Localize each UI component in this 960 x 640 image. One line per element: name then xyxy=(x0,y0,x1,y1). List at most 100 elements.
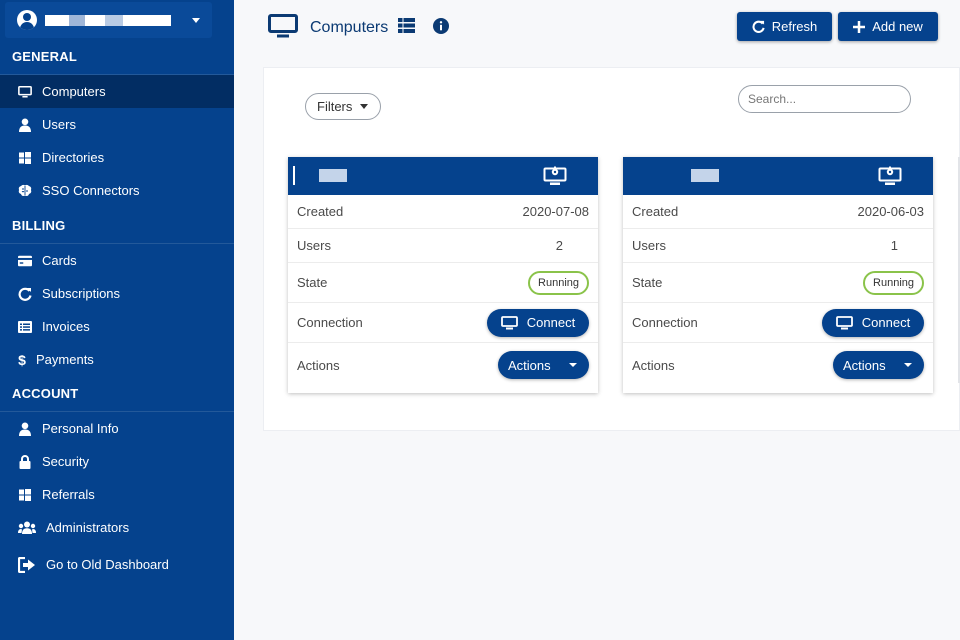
filters-label: Filters xyxy=(317,99,353,114)
card-row-connection: Connection Connect xyxy=(288,303,598,343)
page-title: Computers xyxy=(310,19,389,36)
monitor-icon xyxy=(500,315,518,329)
section-title-general: GENERAL xyxy=(12,49,77,64)
sidebar-item-security[interactable]: Security xyxy=(0,445,234,478)
card-row-users: Users 2 xyxy=(288,229,598,263)
account-name-redacted xyxy=(45,14,171,26)
info-icon[interactable] xyxy=(433,17,450,39)
created-date: 2020-07-08 xyxy=(522,204,590,219)
sidebar-item-personal-info[interactable]: Personal Info xyxy=(0,412,234,445)
refresh-icon xyxy=(752,20,765,33)
sidebar: GENERAL Computers Users Directories SSO … xyxy=(0,0,234,640)
sidebar-item-referrals[interactable]: Referrals xyxy=(0,478,234,511)
sidebar-item-old-dashboard[interactable]: Go to Old Dashboard xyxy=(0,548,234,581)
sidebar-item-label: Security xyxy=(42,454,89,469)
account-switcher[interactable] xyxy=(5,2,212,38)
filters-dropdown[interactable]: Filters xyxy=(305,93,381,120)
chevron-down-icon xyxy=(192,18,200,23)
computer-settings-icon[interactable] xyxy=(878,164,902,191)
monitor-icon xyxy=(268,13,298,43)
caret-down-icon xyxy=(569,363,577,367)
computer-settings-icon[interactable] xyxy=(543,164,567,191)
sign-out-icon xyxy=(18,556,36,573)
card-row-created: Created 2020-07-08 xyxy=(288,195,598,229)
card-row-actions: Actions Actions xyxy=(288,343,598,387)
sidebar-item-label: Invoices xyxy=(42,319,90,334)
actions-button-label: Actions xyxy=(508,357,551,373)
sidebar-item-label: Computers xyxy=(42,84,106,99)
row-label: Actions xyxy=(297,357,340,373)
sidebar-item-users[interactable]: Users xyxy=(0,108,234,141)
section-title-account: ACCOUNT xyxy=(12,386,79,401)
actions-dropdown-button[interactable]: Actions xyxy=(498,351,589,379)
sidebar-item-label: Personal Info xyxy=(42,421,119,436)
actions-button-label: Actions xyxy=(843,357,886,373)
connect-button-label: Connect xyxy=(526,315,576,330)
user-icon xyxy=(18,422,32,436)
card-row-state: State Running xyxy=(288,263,598,303)
status-badge: Running xyxy=(863,270,924,295)
user-icon xyxy=(18,118,32,132)
users-icon xyxy=(18,521,36,535)
sidebar-item-administrators[interactable]: Administrators xyxy=(0,511,234,544)
card-row-created: Created 2020-06-03 xyxy=(623,195,933,229)
sidebar-item-label: Payments xyxy=(36,352,94,367)
refresh-button[interactable]: Refresh xyxy=(737,12,832,41)
row-label: Connection xyxy=(297,315,363,330)
sidebar-item-label: Subscriptions xyxy=(42,286,121,301)
connect-button[interactable]: Connect xyxy=(822,308,924,337)
card-header xyxy=(623,157,933,195)
users-count: 1 xyxy=(890,238,898,253)
credit-card-icon xyxy=(18,254,32,268)
row-label: State xyxy=(297,275,328,290)
sidebar-item-directories[interactable]: Directories xyxy=(0,141,234,174)
sidebar-item-label: Go to Old Dashboard xyxy=(46,557,169,572)
search-input[interactable] xyxy=(738,85,911,113)
sidebar-item-invoices[interactable]: Invoices xyxy=(0,310,234,343)
dollar-icon: $ xyxy=(18,351,26,368)
list-icon xyxy=(18,320,32,334)
caret-down-icon xyxy=(904,363,912,367)
computer-name-redacted xyxy=(319,169,347,182)
connect-button-label: Connect xyxy=(861,315,911,330)
sidebar-item-cards[interactable]: Cards xyxy=(0,244,234,277)
add-new-button-label: Add new xyxy=(872,19,923,34)
monitor-icon xyxy=(835,315,853,329)
lock-icon xyxy=(18,454,32,469)
sidebar-item-label: SSO Connectors xyxy=(42,183,140,198)
text-cursor xyxy=(293,166,295,185)
card-row-users: Users 1 xyxy=(623,229,933,263)
row-label: Created xyxy=(632,204,679,219)
row-label: Created xyxy=(297,204,344,219)
sidebar-item-label: Directories xyxy=(42,150,105,165)
actions-dropdown-button[interactable]: Actions xyxy=(833,351,924,379)
card-row-connection: Connection Connect xyxy=(623,303,933,343)
row-label: Actions xyxy=(632,357,675,373)
row-label: State xyxy=(632,275,663,290)
computer-name-redacted xyxy=(691,169,719,182)
status-badge: Running xyxy=(528,270,589,295)
monitor-icon xyxy=(18,85,32,99)
sidebar-item-sso-connectors[interactable]: SSO Connectors xyxy=(0,174,234,207)
created-date: 2020-06-03 xyxy=(857,204,925,219)
brain-icon xyxy=(18,184,32,198)
sidebar-item-computers[interactable]: Computers xyxy=(0,75,234,108)
connect-button[interactable]: Connect xyxy=(487,308,589,337)
sidebar-item-label: Administrators xyxy=(46,520,130,535)
windows-icon xyxy=(18,488,32,502)
list-view-icon[interactable] xyxy=(398,18,416,38)
windows-icon xyxy=(18,151,32,165)
card-header xyxy=(288,157,598,195)
card-row-actions: Actions Actions xyxy=(623,343,933,387)
computer-card: Created 2020-06-03 Users 1 State Running… xyxy=(623,157,933,393)
sidebar-item-payments[interactable]: $ Payments xyxy=(0,343,234,376)
sidebar-item-subscriptions[interactable]: Subscriptions xyxy=(0,277,234,310)
add-new-button[interactable]: Add new xyxy=(838,12,938,41)
caret-down-icon xyxy=(360,104,369,109)
computer-card: Created 2020-07-08 Users 2 State Running… xyxy=(288,157,598,393)
refresh-button-label: Refresh xyxy=(771,19,818,34)
sidebar-item-label: Cards xyxy=(42,253,77,268)
users-count: 2 xyxy=(555,238,563,253)
row-label: Users xyxy=(632,238,666,253)
card-row-state: State Running xyxy=(623,263,933,303)
